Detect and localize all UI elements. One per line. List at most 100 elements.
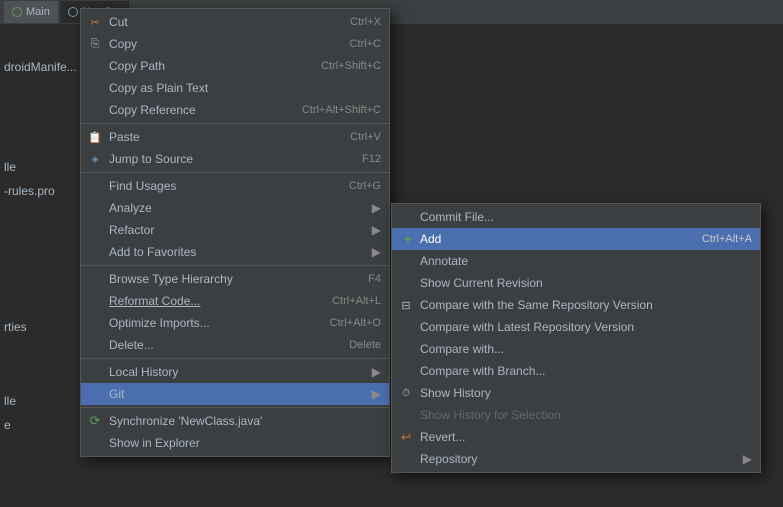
- tab-icon-newc: [68, 7, 78, 17]
- menu-item-add-to-favorites[interactable]: Add to Favorites ▶: [81, 241, 389, 263]
- menu-item-show-in-explorer[interactable]: Show in Explorer: [81, 432, 389, 454]
- add-to-favorites-label: Add to Favorites: [109, 245, 368, 259]
- browse-type-hierarchy-shortcut: F4: [368, 273, 381, 285]
- analyze-arrow: ▶: [372, 201, 381, 215]
- jump-to-source-label: Jump to Source: [109, 152, 342, 166]
- optimize-imports-label: Optimize Imports...: [109, 316, 310, 330]
- reformat-code-label: Reformat Code...: [109, 294, 312, 308]
- commit-file-label: Commit File...: [420, 210, 752, 224]
- git-menu-item-add[interactable]: + Add Ctrl+Alt+A: [392, 228, 760, 250]
- paste-shortcut: Ctrl+V: [350, 131, 381, 143]
- sidebar-item-3: -rules.pro: [4, 184, 55, 198]
- sidebar-item-1: droidManife...: [4, 60, 77, 74]
- compare-same-label: Compare with the Same Repository Version: [420, 298, 752, 312]
- copy-path-label: Copy Path: [109, 59, 301, 73]
- show-history-selection-label: Show History for Selection: [420, 408, 752, 422]
- add-shortcut: Ctrl+Alt+A: [702, 233, 752, 245]
- find-usages-label: Find Usages: [109, 179, 329, 193]
- git-menu-item-revert[interactable]: ↩ Revert...: [392, 426, 760, 448]
- find-usages-shortcut: Ctrl+G: [349, 180, 381, 192]
- menu-item-paste[interactable]: 📋 Paste Ctrl+V: [81, 126, 389, 148]
- git-menu-item-compare-with[interactable]: Compare with...: [392, 338, 760, 360]
- menu-item-reformat-code[interactable]: Reformat Code... Ctrl+Alt+L: [81, 290, 389, 312]
- delete-label: Delete...: [109, 338, 329, 352]
- synchronize-icon: ⟳: [87, 413, 103, 429]
- compare-latest-label: Compare with Latest Repository Version: [420, 320, 752, 334]
- refactor-label: Refactor: [109, 223, 368, 237]
- copy-plain-text-label: Copy as Plain Text: [109, 81, 381, 95]
- sidebar-item-2: lle: [4, 160, 16, 174]
- git-menu-item-repository[interactable]: Repository ▶: [392, 448, 760, 470]
- menu-item-find-usages[interactable]: Find Usages Ctrl+G: [81, 175, 389, 197]
- reformat-code-shortcut: Ctrl+Alt+L: [332, 295, 381, 307]
- menu-item-copy-plain-text[interactable]: Copy as Plain Text: [81, 77, 389, 99]
- menu-item-browse-type-hierarchy[interactable]: Browse Type Hierarchy F4: [81, 268, 389, 290]
- menu-item-cut[interactable]: ✂ Cut Ctrl+X: [81, 11, 389, 33]
- cut-label: Cut: [109, 15, 330, 29]
- local-history-arrow: ▶: [372, 365, 381, 379]
- git-menu-item-commit-file[interactable]: Commit File...: [392, 206, 760, 228]
- git-menu-item-show-current-revision[interactable]: Show Current Revision: [392, 272, 760, 294]
- cut-shortcut: Ctrl+X: [350, 16, 381, 28]
- optimize-imports-shortcut: Ctrl+Alt+O: [330, 317, 381, 329]
- analyze-label: Analyze: [109, 201, 368, 215]
- sidebar-item-4: rties: [4, 320, 27, 334]
- git-menu-item-compare-same[interactable]: ⊟ Compare with the Same Repository Versi…: [392, 294, 760, 316]
- menu-item-refactor[interactable]: Refactor ▶: [81, 219, 389, 241]
- browse-type-hierarchy-label: Browse Type Hierarchy: [109, 272, 348, 286]
- local-history-label: Local History: [109, 365, 368, 379]
- git-submenu: Commit File... + Add Ctrl+Alt+A Annotate…: [391, 203, 761, 473]
- git-menu-item-compare-latest[interactable]: Compare with Latest Repository Version: [392, 316, 760, 338]
- git-menu-item-annotate[interactable]: Annotate: [392, 250, 760, 272]
- repository-label: Repository: [420, 452, 739, 466]
- separator-1: [81, 123, 389, 124]
- delete-shortcut: Delete: [349, 339, 381, 351]
- show-current-revision-label: Show Current Revision: [420, 276, 752, 290]
- git-menu-item-compare-branch[interactable]: Compare with Branch...: [392, 360, 760, 382]
- sidebar-item-5: lle: [4, 394, 16, 408]
- git-arrow: ▶: [372, 387, 381, 401]
- menu-item-synchronize[interactable]: ⟳ Synchronize 'NewClass.java': [81, 410, 389, 432]
- menu-item-copy-path[interactable]: Copy Path Ctrl+Shift+C: [81, 55, 389, 77]
- menu-item-local-history[interactable]: Local History ▶: [81, 361, 389, 383]
- compare-with-label: Compare with...: [420, 342, 752, 356]
- add-plus-icon: +: [400, 231, 416, 247]
- git-menu-item-show-history[interactable]: ⏱ Show History: [392, 382, 760, 404]
- separator-4: [81, 358, 389, 359]
- copy-icon: ⎘: [87, 36, 103, 52]
- show-history-icon: ⏱: [398, 385, 414, 401]
- tab-icon-main: [12, 7, 22, 17]
- add-label: Add: [420, 232, 682, 246]
- copy-label: Copy: [109, 37, 330, 51]
- separator-2: [81, 172, 389, 173]
- copy-shortcut: Ctrl+C: [350, 38, 381, 50]
- menu-item-optimize-imports[interactable]: Optimize Imports... Ctrl+Alt+O: [81, 312, 389, 334]
- paste-label: Paste: [109, 130, 330, 144]
- add-to-favorites-arrow: ▶: [372, 245, 381, 259]
- jump-to-source-shortcut: F12: [362, 153, 381, 165]
- menu-item-analyze[interactable]: Analyze ▶: [81, 197, 389, 219]
- git-label: Git: [109, 387, 368, 401]
- cut-icon: ✂: [87, 14, 103, 30]
- menu-item-git[interactable]: Git ▶: [81, 383, 389, 405]
- menu-item-delete[interactable]: Delete... Delete: [81, 334, 389, 356]
- menu-item-git-container: Git ▶ Commit File... + Add Ctrl+Alt+A An…: [81, 383, 389, 405]
- repository-arrow: ▶: [743, 452, 752, 466]
- show-in-explorer-label: Show in Explorer: [109, 436, 381, 450]
- copy-reference-label: Copy Reference: [109, 103, 282, 117]
- menu-item-jump-to-source[interactable]: ◈ Jump to Source F12: [81, 148, 389, 170]
- copy-reference-shortcut: Ctrl+Alt+Shift+C: [302, 104, 381, 116]
- annotate-label: Annotate: [420, 254, 752, 268]
- revert-label: Revert...: [420, 430, 752, 444]
- context-menu: ✂ Cut Ctrl+X ⎘ Copy Ctrl+C Copy Path Ctr…: [80, 8, 390, 457]
- menu-item-copy-reference[interactable]: Copy Reference Ctrl+Alt+Shift+C: [81, 99, 389, 121]
- menu-item-copy[interactable]: ⎘ Copy Ctrl+C: [81, 33, 389, 55]
- synchronize-label: Synchronize 'NewClass.java': [109, 414, 381, 428]
- separator-3: [81, 265, 389, 266]
- compare-same-icon: ⊟: [398, 297, 414, 313]
- tab-main[interactable]: Main: [4, 1, 58, 23]
- paste-icon: 📋: [87, 129, 103, 145]
- git-menu-item-show-history-selection[interactable]: Show History for Selection: [392, 404, 760, 426]
- refactor-arrow: ▶: [372, 223, 381, 237]
- tab-label-main: Main: [26, 6, 50, 18]
